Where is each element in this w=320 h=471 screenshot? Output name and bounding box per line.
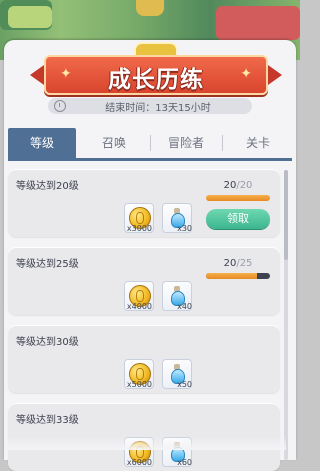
progress-fill bbox=[206, 195, 270, 201]
scrollbar[interactable] bbox=[284, 170, 288, 460]
growth-panel: ✦ ✦ 成长历练 结束时间：13天15小时 等级 召唤 冒险者 关卡 等级达到2… bbox=[4, 40, 296, 471]
timer-text: 结束时间：13天15小时 bbox=[105, 103, 211, 114]
list-fade bbox=[4, 436, 286, 450]
task-card: 等级达到25级 20/25 x4000 x40 bbox=[8, 247, 280, 315]
reward-potion-qty: x50 bbox=[177, 380, 192, 389]
category-tabs: 等级 召唤 冒险者 关卡 bbox=[8, 128, 292, 161]
reward-coin-qty: x4000 bbox=[126, 302, 152, 311]
background-decor bbox=[8, 6, 52, 28]
banner-ribbon-left bbox=[30, 65, 44, 85]
clock-icon bbox=[54, 100, 66, 112]
progress-max: 25 bbox=[239, 258, 253, 269]
task-card: 等级达到30级 x5000 x50 bbox=[8, 325, 280, 393]
task-label: 等级达到20级 bbox=[16, 181, 79, 192]
reward-coin-qty: x5000 bbox=[126, 380, 152, 389]
reward-potion-qty: x30 bbox=[177, 224, 192, 233]
tab-summon[interactable]: 召唤 bbox=[80, 128, 148, 158]
tab-level[interactable]: 等级 bbox=[8, 128, 76, 158]
event-timer: 结束时间：13天15小时 bbox=[48, 98, 252, 114]
tab-stage[interactable]: 关卡 bbox=[224, 128, 292, 158]
tab-divider bbox=[150, 135, 151, 151]
scrollbar-thumb[interactable] bbox=[284, 170, 288, 260]
reward-potion-qty: x60 bbox=[177, 458, 192, 467]
task-label: 等级达到30级 bbox=[16, 337, 79, 348]
claim-button[interactable]: 领取 bbox=[206, 209, 270, 229]
progress-text: 20/20 bbox=[206, 180, 270, 191]
title-banner: ✦ ✦ 成长历练 bbox=[30, 55, 282, 95]
progress-current: 20 bbox=[223, 258, 237, 269]
reward-coin-qty: x3000 bbox=[126, 224, 152, 233]
progress-max: 20 bbox=[239, 180, 253, 191]
tab-adventurer[interactable]: 冒险者 bbox=[152, 128, 220, 158]
page-title: 成长历练 bbox=[108, 67, 204, 93]
progress-current: 20 bbox=[223, 180, 237, 191]
progress-bar bbox=[206, 195, 270, 201]
reward-coin-qty: x6000 bbox=[126, 458, 152, 467]
tab-divider bbox=[222, 135, 223, 151]
progress-fill bbox=[206, 273, 258, 279]
background-decor bbox=[216, 6, 300, 40]
task-card: 等级达到20级 20/20 x3000 x30 领取 bbox=[8, 169, 280, 237]
banner-ribbon-right bbox=[268, 65, 282, 85]
reward-potion-qty: x40 bbox=[177, 302, 192, 311]
task-label: 等级达到33级 bbox=[16, 415, 79, 426]
crown-icon bbox=[136, 0, 164, 16]
progress-text: 20/25 bbox=[206, 258, 270, 269]
task-label: 等级达到25级 bbox=[16, 259, 79, 270]
progress-bar bbox=[206, 273, 270, 279]
